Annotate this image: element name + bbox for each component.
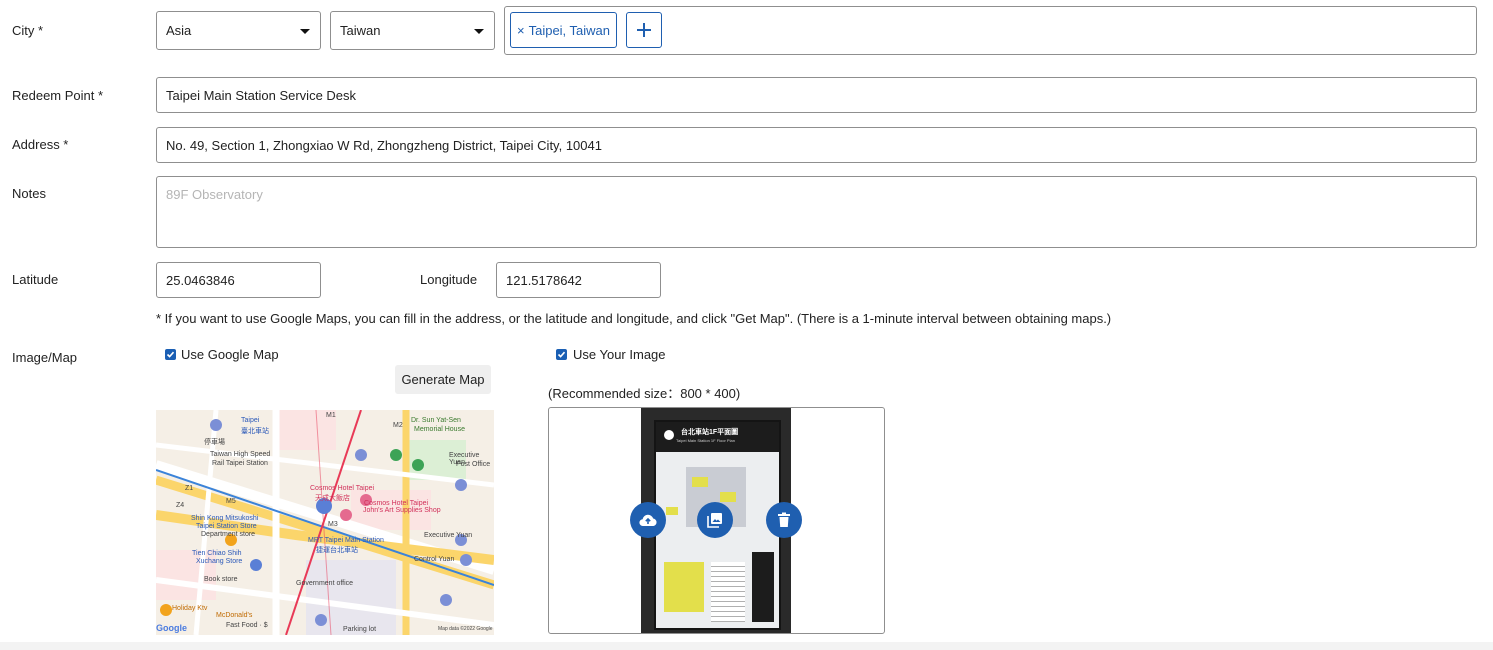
redeem-point-input[interactable]: Taipei Main Station Service Desk bbox=[156, 77, 1477, 113]
check-icon bbox=[166, 351, 175, 358]
map-label: Z4 bbox=[176, 502, 185, 509]
continent-value: Asia bbox=[166, 23, 192, 38]
country-select[interactable]: Taiwan bbox=[330, 11, 495, 50]
latitude-label: Latitude bbox=[12, 272, 59, 287]
google-map-preview[interactable]: M1 M2 Taipei 臺北車站 停車場 Dr. Sun Yat-Sen Me… bbox=[156, 410, 494, 635]
map-label: M5 bbox=[226, 498, 236, 505]
plus-icon bbox=[637, 23, 651, 37]
board-legend-black bbox=[752, 552, 774, 622]
map-label: Book store bbox=[204, 576, 238, 583]
map-label: Fast Food · $ bbox=[226, 622, 268, 629]
map-label: John's Art Supplies Shop bbox=[363, 507, 441, 514]
map-label: Dr. Sun Yat-Sen bbox=[411, 417, 461, 424]
map-label: MRT Taipei Main Station bbox=[308, 537, 384, 544]
city-chip[interactable]: × Taipei, Taiwan bbox=[510, 12, 617, 48]
city-label: City * bbox=[12, 23, 44, 38]
use-google-map-checkbox[interactable] bbox=[165, 349, 176, 360]
image-upload-box[interactable]: 台北車站1F平面圖 Taipei Main Station 1F Floor P… bbox=[548, 407, 885, 634]
board-legend-list bbox=[711, 562, 745, 622]
country-value: Taiwan bbox=[340, 23, 381, 38]
generate-map-button[interactable]: Generate Map bbox=[395, 365, 491, 394]
map-label: McDonald's bbox=[216, 612, 253, 619]
longitude-label: Longitude bbox=[420, 272, 478, 287]
delete-image-button[interactable] bbox=[766, 502, 802, 538]
redeem-point-label: Redeem Point * bbox=[12, 88, 104, 103]
map-hint-text: * If you want to use Google Maps, you ca… bbox=[156, 311, 1112, 326]
board-mark bbox=[720, 492, 736, 502]
map-label: Government office bbox=[296, 580, 354, 587]
map-label: M3 bbox=[328, 521, 338, 528]
city-chip-label: Taipei, Taiwan bbox=[528, 22, 611, 38]
recommended-size-text: (Recommended size：800 * 400) bbox=[548, 386, 741, 401]
map-label: Map data ©2022 Google bbox=[438, 626, 493, 632]
map-label: Xuchang Store bbox=[196, 558, 243, 565]
cloud-upload-icon bbox=[639, 514, 657, 527]
board-title: 台北車站1F平面圖 bbox=[681, 429, 739, 436]
latitude-input[interactable]: 25.0463846 bbox=[156, 262, 321, 298]
board-legend-yellow bbox=[664, 562, 704, 612]
use-your-image-label: Use Your Image bbox=[573, 347, 666, 362]
redeem-point-value: Taipei Main Station Service Desk bbox=[166, 87, 357, 103]
page-bottom-edge bbox=[0, 642, 1493, 650]
map-label: Executive Yuan bbox=[424, 532, 473, 539]
choose-image-button[interactable] bbox=[697, 502, 733, 538]
use-google-map-label: Use Google Map bbox=[181, 347, 279, 362]
map-label: Z1 bbox=[185, 485, 194, 492]
chevron-down-icon bbox=[300, 28, 310, 34]
image-gallery-icon bbox=[707, 513, 722, 528]
map-label: Department store bbox=[201, 531, 256, 538]
map-label: M2 bbox=[393, 422, 403, 429]
continent-select[interactable]: Asia bbox=[156, 11, 321, 50]
board-header: 台北車站1F平面圖 Taipei Main Station 1F Floor P… bbox=[656, 422, 779, 452]
board-mark bbox=[666, 507, 678, 515]
map-label: Taipei bbox=[241, 417, 260, 424]
map-label: 臺北車站 bbox=[241, 428, 269, 435]
longitude-input[interactable]: 121.5178642 bbox=[496, 262, 661, 298]
map-label: Taipei Station Store bbox=[196, 523, 257, 530]
map-label: 天成大飯店 bbox=[315, 495, 350, 502]
notes-label: Notes bbox=[12, 186, 46, 201]
upload-image-button[interactable] bbox=[630, 502, 666, 538]
map-label: 停車場 bbox=[204, 439, 225, 446]
map-label: Post Office bbox=[456, 461, 491, 468]
use-your-image-checkbox[interactable] bbox=[556, 349, 567, 360]
map-label: Cosmos Hotel Taipei bbox=[364, 500, 429, 507]
check-icon bbox=[557, 351, 566, 358]
map-label: Cosmos Hotel Taipei bbox=[310, 485, 375, 492]
map-label: Parking lot bbox=[343, 626, 377, 633]
latitude-value: 25.0463846 bbox=[166, 272, 235, 288]
board-mark bbox=[692, 477, 708, 487]
map-label: M1 bbox=[326, 412, 336, 419]
address-input[interactable]: No. 49, Section 1, Zhongxiao W Rd, Zhong… bbox=[156, 127, 1477, 163]
info-icon bbox=[664, 430, 674, 440]
map-label: Tien Chiao Shih bbox=[192, 550, 242, 557]
board-subtitle: Taipei Main Station 1F Floor Plan bbox=[676, 438, 735, 443]
address-value: No. 49, Section 1, Zhongxiao W Rd, Zhong… bbox=[166, 137, 602, 153]
map-label: Shin Kong Mitsukoshi bbox=[191, 515, 259, 522]
notes-textarea[interactable]: 89F Observatory bbox=[156, 176, 1477, 248]
add-city-button[interactable] bbox=[626, 12, 662, 48]
map-label: Holiday Ktv bbox=[172, 605, 208, 612]
map-label: Google bbox=[156, 623, 187, 633]
map-label: Taiwan High Speed bbox=[210, 451, 271, 458]
address-label: Address * bbox=[12, 137, 69, 152]
trash-icon bbox=[778, 512, 790, 527]
map-label: Rail Taipei Station bbox=[212, 460, 268, 467]
notes-placeholder: 89F Observatory bbox=[166, 187, 263, 202]
map-label: Control Yuan bbox=[414, 556, 455, 563]
chevron-down-icon bbox=[474, 28, 484, 34]
remove-chip-icon[interactable]: × bbox=[517, 23, 525, 38]
longitude-value: 121.5178642 bbox=[506, 272, 582, 288]
image-map-label: Image/Map bbox=[12, 350, 78, 365]
map-label: Memorial House bbox=[414, 426, 465, 433]
map-label: 捷運台北車站 bbox=[316, 547, 358, 554]
